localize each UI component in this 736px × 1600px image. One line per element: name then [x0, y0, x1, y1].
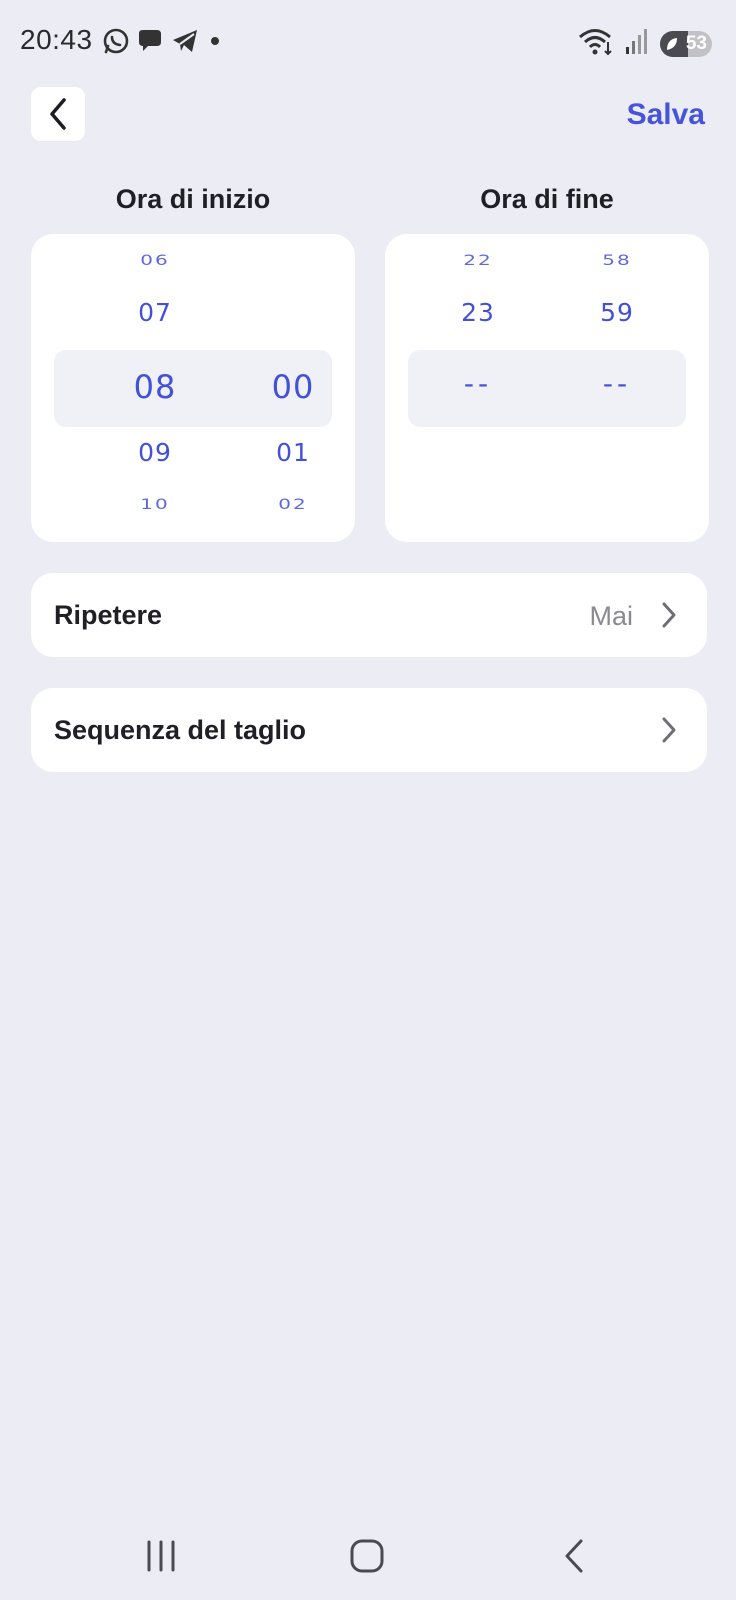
- chat-bubble-icon: [136, 27, 164, 55]
- end-hour-selected[interactable]: --: [428, 367, 528, 400]
- start-time-picker[interactable]: 06 07 08 09 10 00 01 02: [31, 234, 355, 542]
- battery-icon: 53: [660, 30, 712, 57]
- battery-level: 53: [685, 32, 707, 54]
- status-time: 20:43: [20, 24, 93, 55]
- save-button[interactable]: Salva: [627, 98, 705, 132]
- end-minute-option[interactable]: 58: [567, 251, 667, 268]
- start-minute-option[interactable]: 02: [243, 495, 343, 512]
- whatsapp-icon: [102, 27, 130, 55]
- chevron-right-icon: [662, 717, 676, 743]
- home-button[interactable]: [327, 1520, 407, 1592]
- notification-icons: [102, 27, 224, 55]
- end-hour-wheel[interactable]: 22 23 --: [428, 234, 528, 542]
- signal-icon: [624, 27, 650, 60]
- back-arrow-icon: [565, 1539, 583, 1573]
- end-minute-option[interactable]: 59: [567, 298, 667, 327]
- start-time-title: Ora di inizio: [115, 184, 271, 214]
- home-icon: [350, 1539, 384, 1573]
- start-hour-selected[interactable]: 08: [105, 368, 205, 406]
- repeat-label: Ripetere: [54, 600, 163, 630]
- back-button[interactable]: [31, 87, 85, 141]
- start-hour-option[interactable]: 09: [105, 438, 205, 467]
- wifi-icon: [578, 26, 614, 61]
- start-hour-option[interactable]: 10: [105, 495, 205, 512]
- chevron-left-icon: [50, 98, 66, 130]
- cut-sequence-row[interactable]: Sequenza del taglio: [31, 688, 707, 772]
- end-minute-wheel[interactable]: 58 59 --: [567, 234, 667, 542]
- status-bar: 20:43 53: [0, 0, 736, 84]
- start-minute-option[interactable]: 01: [243, 438, 343, 467]
- navigation-bar: [0, 1520, 736, 1592]
- chevron-right-icon: [662, 602, 676, 628]
- end-time-title: Ora di fine: [480, 184, 614, 214]
- end-time-picker[interactable]: 22 23 -- 58 59 --: [385, 234, 709, 542]
- end-hour-option[interactable]: 23: [428, 298, 528, 327]
- dot-icon: [206, 27, 224, 55]
- start-minute-wheel[interactable]: 00 01 02: [243, 234, 343, 542]
- start-hour-option[interactable]: 06: [105, 251, 205, 268]
- start-hour-wheel[interactable]: 06 07 08 09 10: [105, 234, 205, 542]
- system-back-button[interactable]: [534, 1520, 614, 1592]
- repeat-value: Mai: [589, 601, 633, 631]
- system-icons: 53: [578, 26, 712, 61]
- end-hour-option[interactable]: 22: [428, 251, 528, 268]
- telegram-icon: [170, 27, 200, 55]
- start-minute-selected[interactable]: 00: [243, 368, 343, 406]
- recent-apps-button[interactable]: [121, 1520, 201, 1592]
- repeat-row[interactable]: Ripetere Mai: [31, 573, 707, 657]
- recent-apps-icon: [147, 1540, 175, 1572]
- start-hour-option[interactable]: 07: [105, 298, 205, 327]
- cut-sequence-label: Sequenza del taglio: [54, 715, 307, 745]
- end-minute-selected[interactable]: --: [567, 367, 667, 400]
